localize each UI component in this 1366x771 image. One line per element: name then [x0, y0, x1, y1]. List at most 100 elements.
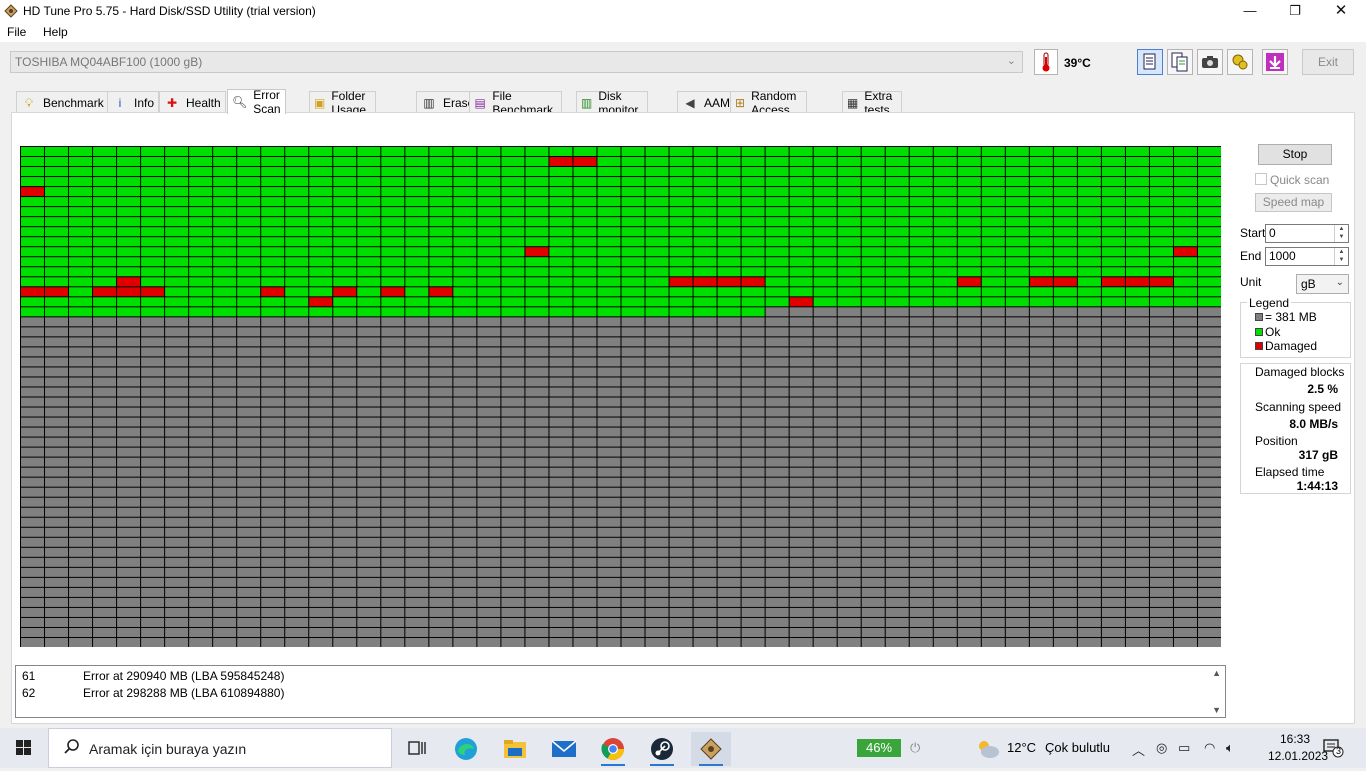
scan-block: [621, 487, 645, 497]
scan-block: [309, 547, 333, 557]
scan-block: [357, 597, 381, 607]
stop-button[interactable]: Stop: [1258, 144, 1332, 165]
scan-block: [813, 617, 837, 627]
start-button[interactable]: [0, 728, 48, 768]
scan-block: [933, 577, 957, 587]
scan-block: [909, 197, 933, 207]
scan-block: [765, 567, 789, 577]
weather-description[interactable]: Çok bulutlu: [1045, 740, 1110, 755]
scan-block: [1173, 187, 1197, 197]
chevron-up-icon[interactable]: ︿: [1132, 740, 1145, 759]
taskbar-search-box[interactable]: Aramak için buraya yazın: [48, 728, 392, 768]
drive-select[interactable]: TOSHIBA MQ04ABF100 (1000 gB) ⌄: [10, 51, 1023, 73]
scan-block: [933, 307, 957, 317]
scan-block: [909, 207, 933, 217]
battery-percentage[interactable]: 46%: [857, 739, 901, 757]
tab-health[interactable]: ✚ Health: [159, 91, 226, 113]
scan-block: [237, 357, 261, 367]
scan-block: [405, 157, 429, 167]
scan-block: [909, 437, 933, 447]
end-input[interactable]: 1000 ▲ ▼: [1265, 247, 1349, 266]
options-button[interactable]: [1227, 49, 1253, 75]
scan-block: [333, 217, 357, 227]
minimize-button[interactable]: —: [1227, 0, 1273, 22]
tab-error-scan[interactable]: 🔍︎ Error Scan: [227, 88, 287, 116]
start-spinner[interactable]: ▲ ▼: [1334, 225, 1348, 242]
scan-block: [741, 577, 765, 587]
task-view-button[interactable]: [397, 732, 437, 766]
scan-block: [765, 547, 789, 557]
tab-aam[interactable]: ◀ AAM: [677, 91, 736, 113]
battery-tray-icon[interactable]: ▭: [1178, 740, 1190, 756]
clock-date[interactable]: 12.01.2023: [1268, 749, 1328, 763]
end-spinner[interactable]: ▲ ▼: [1334, 248, 1348, 265]
scan-block: [309, 517, 333, 527]
taskbar-app-chrome[interactable]: [593, 732, 633, 766]
scan-block: [717, 547, 741, 557]
scan-block: [1197, 267, 1221, 277]
scan-block: [621, 177, 645, 187]
weather-cloud-icon[interactable]: [975, 738, 1001, 760]
maximize-button[interactable]: ❐: [1272, 0, 1318, 22]
error-log-list[interactable]: 61 Error at 290940 MB (LBA 595845248) 62…: [15, 665, 1226, 718]
scan-block: [21, 327, 45, 337]
clock-time[interactable]: 16:33: [1280, 732, 1310, 746]
scan-block: [477, 197, 501, 207]
volume-icon[interactable]: 🔈︎: [1226, 740, 1234, 756]
notification-center-button[interactable]: 3: [1322, 738, 1344, 758]
taskbar-app-edge[interactable]: [446, 732, 486, 766]
taskbar-app-steam[interactable]: [642, 732, 682, 766]
tab-folder-usage[interactable]: ▣ Folder Usage: [309, 89, 376, 117]
log-scrollbar[interactable]: ▲ ▼: [1208, 666, 1225, 717]
screenshot-button[interactable]: [1197, 49, 1223, 75]
tab-benchmark[interactable]: 💡︎ Benchmark: [16, 91, 109, 113]
scan-block: [117, 467, 141, 477]
start-input[interactable]: 0 ▲ ▼: [1265, 224, 1349, 243]
menu-help[interactable]: Help: [43, 25, 68, 39]
scan-block: [453, 217, 477, 227]
tab-disk-monitor[interactable]: ▥ Disk monitor: [576, 89, 649, 117]
scroll-down-icon[interactable]: ▼: [1212, 705, 1221, 715]
scan-block: [261, 157, 285, 167]
scan-block: [1125, 207, 1149, 217]
quick-scan-checkbox[interactable]: [1255, 173, 1267, 185]
exit-button[interactable]: Exit: [1302, 49, 1354, 75]
close-button[interactable]: ✕: [1318, 0, 1364, 22]
scan-block: [933, 617, 957, 627]
scan-block: [141, 497, 165, 507]
taskbar-app-mail[interactable]: [544, 732, 584, 766]
scan-block: [981, 177, 1005, 187]
speed-map-button[interactable]: Speed map: [1255, 193, 1332, 212]
scan-block: [861, 287, 885, 297]
scan-block: [1125, 427, 1149, 437]
scan-block: [981, 187, 1005, 197]
taskbar-app-hdtune[interactable]: [691, 732, 731, 766]
scan-block: [645, 537, 669, 547]
scan-block: [93, 487, 117, 497]
legend-damaged: Damaged: [1265, 339, 1318, 353]
scan-block: [21, 187, 45, 197]
scan-block: [453, 637, 477, 647]
scan-block: [909, 147, 933, 157]
scan-block: [525, 227, 549, 237]
unit-select[interactable]: gB ⌄: [1296, 274, 1349, 294]
tab-extra-tests[interactable]: ▦ Extra tests: [842, 89, 903, 117]
scroll-up-icon[interactable]: ▲: [1212, 668, 1221, 678]
tab-info[interactable]: i Info: [107, 91, 160, 113]
wifi-icon[interactable]: ◠: [1204, 740, 1215, 756]
copy-text-button[interactable]: [1137, 49, 1163, 75]
copy-all-button[interactable]: [1167, 49, 1193, 75]
camera-tray-icon[interactable]: ◎: [1156, 740, 1167, 756]
menu-file[interactable]: File: [7, 25, 26, 39]
scan-block: [333, 387, 357, 397]
weather-temperature[interactable]: 12°C: [1007, 740, 1036, 755]
tab-random-access[interactable]: ⊞ Random Access: [730, 89, 808, 117]
scan-block: [861, 527, 885, 537]
scan-block: [405, 507, 429, 517]
scan-block: [45, 467, 69, 477]
taskbar-app-explorer[interactable]: [495, 732, 535, 766]
scan-block: [621, 517, 645, 527]
tab-file-benchmark[interactable]: ▤ File Benchmark: [469, 89, 562, 117]
scan-block: [1077, 207, 1101, 217]
save-button[interactable]: [1262, 49, 1288, 75]
